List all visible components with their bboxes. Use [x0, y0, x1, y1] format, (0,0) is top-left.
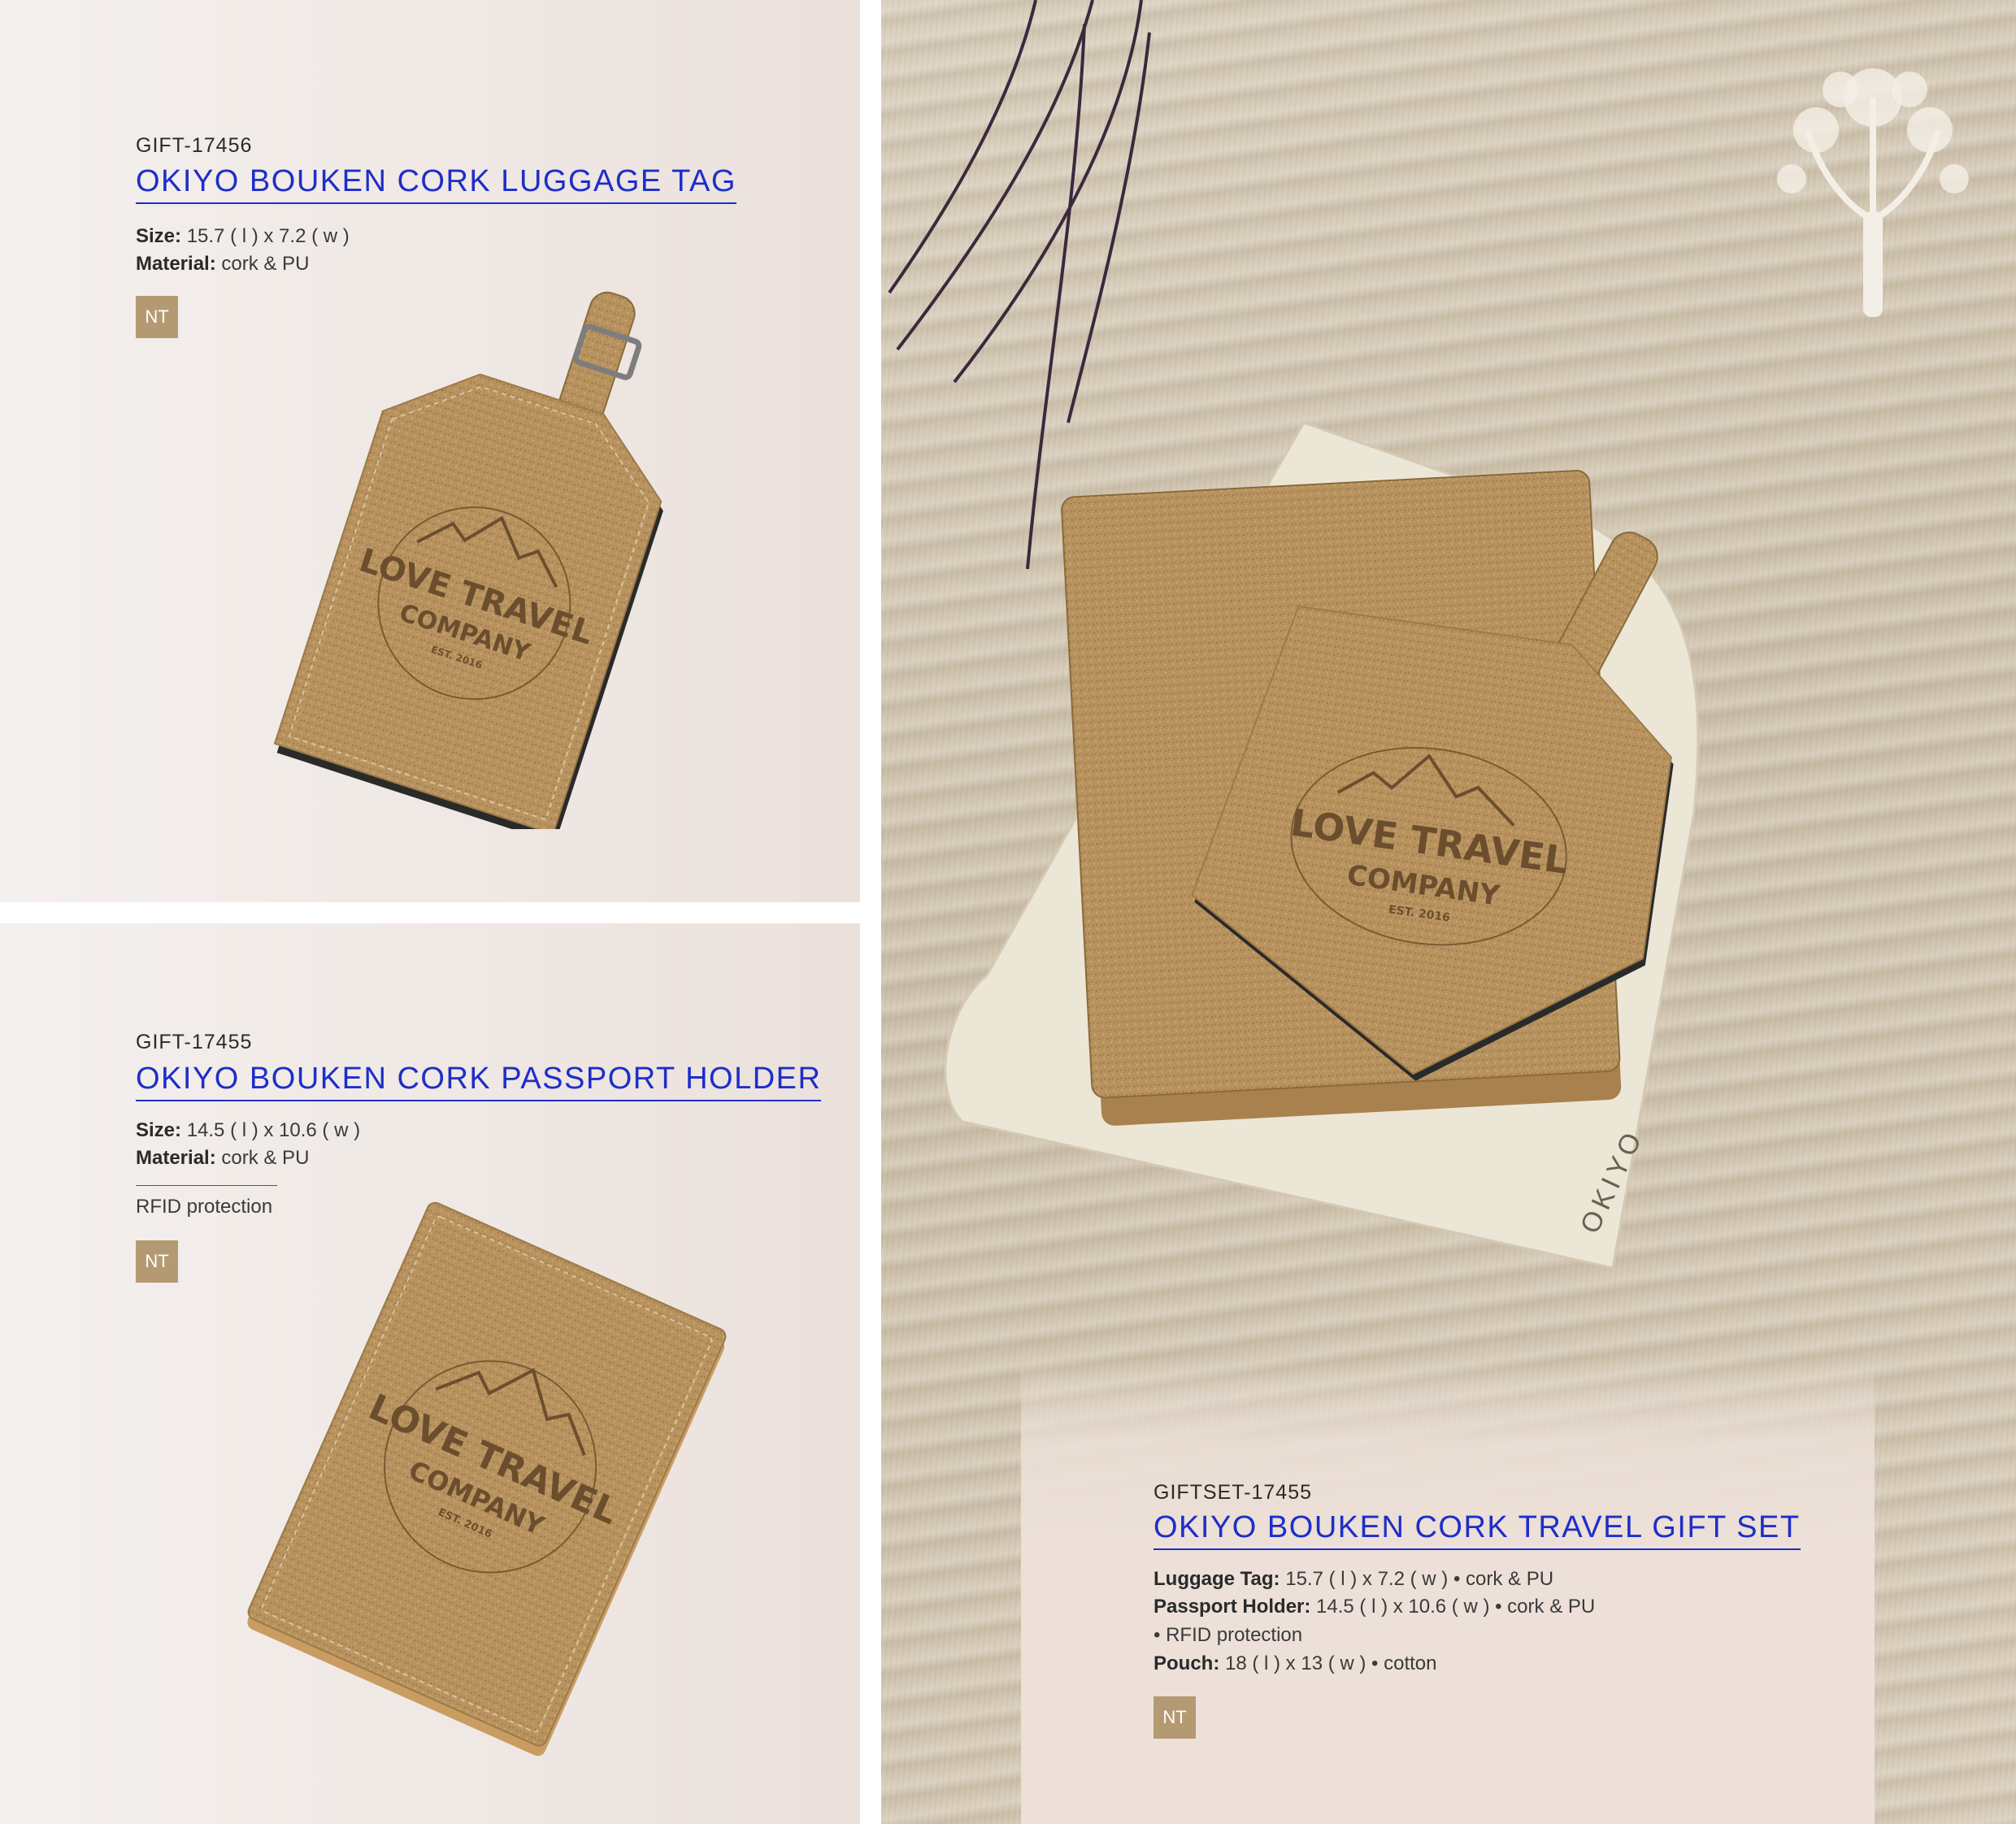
luggage-label: Luggage Tag: [1154, 1568, 1280, 1590]
luggage-tag-image: LOVE TRAVEL COMPANY EST. 2016 [273, 291, 663, 829]
tree-icon [1777, 68, 1969, 317]
product-title[interactable]: OKIYO BOUKEN CORK TRAVEL GIFT SET [1154, 1510, 1801, 1550]
nt-badge: NT [136, 296, 178, 338]
passport-label: Passport Holder: [1154, 1596, 1311, 1618]
size-value: 15.7 ( l ) x 7.2 ( w ) [186, 225, 350, 247]
material-value: cork & PU [221, 253, 310, 275]
passport-spec: Passport Holder: 14.5 ( l ) x 10.6 ( w )… [1154, 1593, 1595, 1621]
pouch-value: 18 ( l ) x 13 ( w ) • cotton [1225, 1652, 1437, 1674]
divider [136, 1185, 277, 1186]
size-label: Size: [136, 1119, 182, 1141]
product-title[interactable]: OKIYO BOUKEN CORK PASSPORT HOLDER [136, 1062, 822, 1101]
size-value: 14.5 ( l ) x 10.6 ( w ) [186, 1119, 361, 1141]
luggage-spec: Luggage Tag: 15.7 ( l ) x 7.2 ( w ) • co… [1154, 1566, 1553, 1593]
luggage-tag-panel: GIFT-17456 OKIYO BOUKEN CORK LUGGAGE TAG… [0, 0, 860, 902]
material-value: cork & PU [221, 1147, 310, 1169]
gift-set-panel: OKIYO LOVE TRAVEL COMPANY EST. 2016 GIFT… [881, 0, 2016, 1824]
product-code: GIFT-17455 [136, 1031, 253, 1053]
passport-value: 14.5 ( l ) x 10.6 ( w ) • cork & PU [1316, 1596, 1596, 1618]
material-spec: Material: cork & PU [136, 1144, 309, 1172]
passport-holder-image: LOVE TRAVEL COMPANY EST. 2016 [247, 1201, 727, 1757]
passport-extra: • RFID protection [1154, 1624, 1303, 1646]
size-spec: Size: 15.7 ( l ) x 7.2 ( w ) [136, 223, 350, 250]
nt-badge: NT [136, 1240, 178, 1283]
material-label: Material: [136, 253, 216, 275]
pouch-spec: Pouch: 18 ( l ) x 13 ( w ) • cotton [1154, 1650, 1436, 1678]
luggage-value: 15.7 ( l ) x 7.2 ( w ) • cork & PU [1285, 1568, 1554, 1590]
product-title[interactable]: OKIYO BOUKEN CORK LUGGAGE TAG [136, 164, 736, 204]
product-code: GIFTSET-17455 [1154, 1481, 1313, 1504]
pouch-label: Pouch: [1154, 1652, 1220, 1674]
nt-badge: NT [1154, 1696, 1196, 1739]
material-spec: Material: cork & PU [136, 250, 309, 278]
grass-stems [888, 0, 1151, 570]
size-label: Size: [136, 225, 182, 247]
product-code: GIFT-17456 [136, 134, 253, 157]
size-spec: Size: 14.5 ( l ) x 10.6 ( w ) [136, 1117, 360, 1144]
material-label: Material: [136, 1147, 216, 1169]
passport-holder-panel: GIFT-17455 OKIYO BOUKEN CORK PASSPORT HO… [0, 923, 860, 1824]
